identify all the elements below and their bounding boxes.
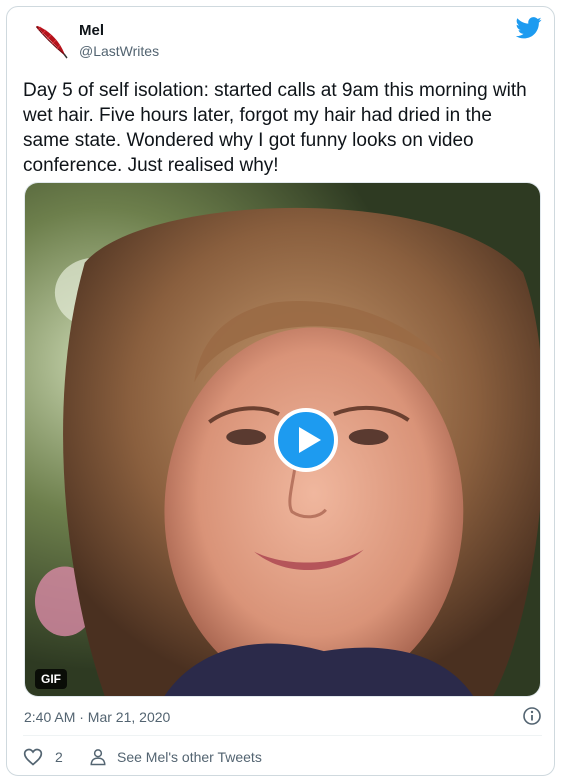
like-button[interactable]: 2 [23,747,63,767]
heart-icon [23,748,43,766]
play-button[interactable] [274,408,338,472]
info-icon[interactable] [522,706,542,726]
divider [23,735,542,736]
tweet-card[interactable]: Mel @LastWrites Day 5 of self isolation:… [6,6,555,776]
user-handle[interactable]: @LastWrites [79,43,159,59]
user-name[interactable]: Mel [79,22,104,39]
twitter-bird-icon[interactable] [516,17,542,39]
tweet-timestamp[interactable]: 2:40 AM · Mar 21, 2020 [24,709,170,725]
tweet-text: Day 5 of self isolation: started calls a… [23,80,527,176]
see-other-tweets-label: See Mel's other Tweets [117,749,262,765]
see-other-tweets-link[interactable]: See Mel's other Tweets [89,747,262,767]
avatar[interactable] [29,21,73,65]
like-count: 2 [55,749,63,765]
gif-badge: GIF [35,669,67,689]
gif-media[interactable]: GIF [24,182,541,697]
person-icon [90,749,106,766]
quill-feather-icon [34,24,71,63]
